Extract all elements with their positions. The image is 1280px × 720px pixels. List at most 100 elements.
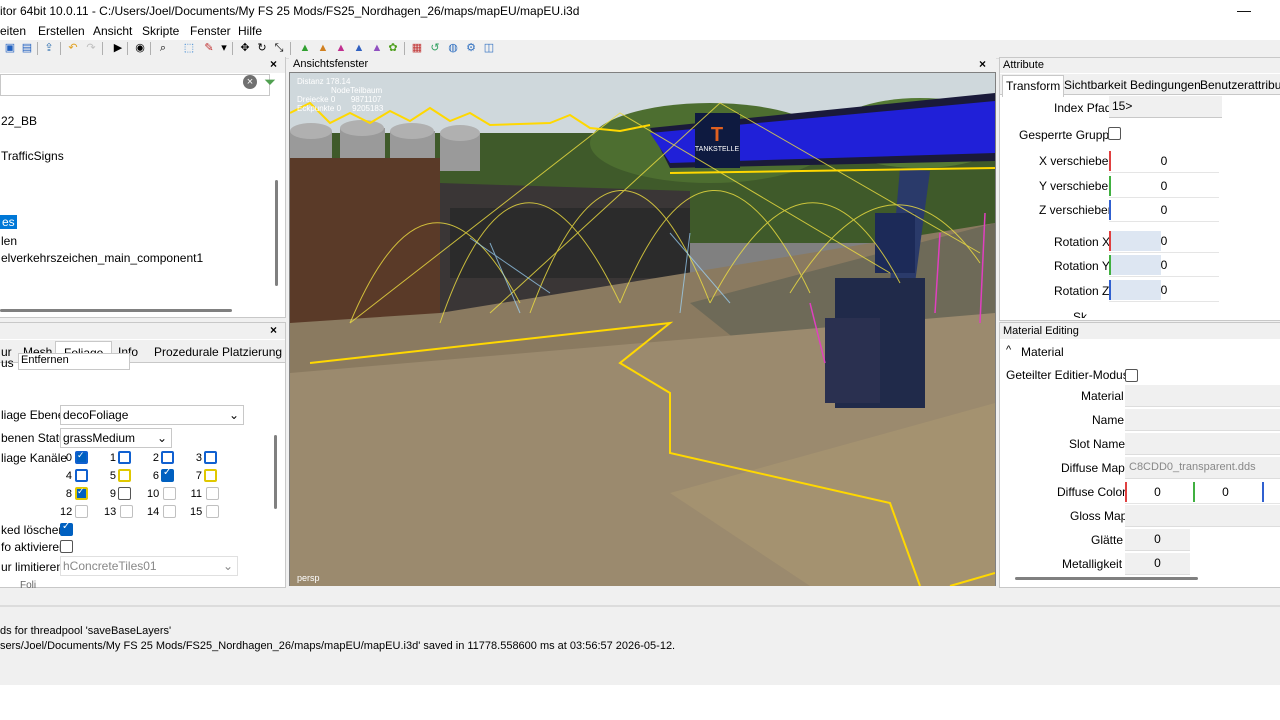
rotate-icon[interactable]: ↻ bbox=[255, 41, 269, 55]
close-icon[interactable]: × bbox=[270, 57, 277, 71]
close-icon[interactable]: × bbox=[270, 323, 277, 337]
camera-icon[interactable]: ◫ bbox=[482, 41, 496, 55]
close-icon[interactable]: × bbox=[979, 57, 986, 71]
bottom-area bbox=[0, 685, 1280, 720]
menu-bearbeiten[interactable]: eiten bbox=[0, 24, 26, 38]
rot-z-field[interactable]: 0 bbox=[1109, 279, 1219, 302]
y-move-label: Y verschieben bbox=[1039, 179, 1115, 193]
distance-label: Distanz bbox=[297, 77, 324, 86]
menu-ansicht[interactable]: Ansicht bbox=[93, 24, 132, 38]
tab-user-attributes[interactable]: Benutzerattribute bbox=[1200, 78, 1280, 92]
clear-checkbox[interactable] bbox=[60, 521, 73, 536]
move-icon[interactable]: ✥ bbox=[238, 41, 252, 55]
paint-icon[interactable]: ✎ bbox=[202, 41, 216, 55]
channel-checkbox[interactable] bbox=[75, 450, 88, 464]
index-field[interactable]: 15> bbox=[1109, 96, 1222, 118]
save-as-icon[interactable]: ▤ bbox=[20, 41, 34, 55]
grid-icon[interactable]: ▦ bbox=[410, 41, 424, 55]
menu-erstellen[interactable]: Erstellen bbox=[38, 24, 85, 38]
minimize-button[interactable]: — bbox=[1236, 2, 1252, 18]
dropdown-arrow-icon[interactable]: ▾ bbox=[217, 41, 231, 55]
tree-item[interactable]: 22_BB bbox=[1, 114, 37, 128]
diffuse-color-field[interactable]: 0 0 bbox=[1125, 481, 1280, 504]
tree-item[interactable]: TrafficSigns bbox=[1, 149, 64, 163]
state-select[interactable]: grassMedium ⌄ bbox=[60, 428, 172, 448]
shared-mode-label: Geteilter Editier-Modus bbox=[1006, 368, 1129, 382]
terrain-flatten-icon[interactable]: ▲ bbox=[370, 41, 384, 55]
verts-label: Eckpunkte bbox=[297, 104, 335, 113]
horizontal-scrollbar[interactable] bbox=[0, 309, 232, 312]
channel-checkbox[interactable] bbox=[75, 505, 88, 518]
channel-checkbox[interactable] bbox=[163, 487, 176, 500]
save-icon[interactable]: ▣ bbox=[3, 41, 17, 55]
z-move-field[interactable]: 0 bbox=[1109, 199, 1219, 222]
rot-x-field[interactable]: 0 bbox=[1109, 230, 1219, 253]
undo-icon[interactable]: ↶ bbox=[66, 41, 80, 55]
terrain-icon[interactable]: ▲ bbox=[298, 41, 312, 55]
settings-icon[interactable]: ⚙ bbox=[464, 41, 478, 55]
info-checkbox[interactable] bbox=[60, 540, 73, 553]
channel-checkbox[interactable] bbox=[204, 451, 217, 464]
channel-checkbox[interactable] bbox=[75, 469, 88, 482]
terrain-color-icon[interactable]: ▲ bbox=[334, 41, 348, 55]
collapse-icon[interactable]: ^ bbox=[1006, 344, 1011, 356]
gloss-map-field[interactable] bbox=[1125, 505, 1280, 527]
select-icon[interactable]: ⬚ bbox=[182, 41, 196, 55]
rot-y-field[interactable]: 0 bbox=[1109, 254, 1219, 277]
slot-name-field[interactable] bbox=[1125, 433, 1280, 455]
redo-icon[interactable]: ↷ bbox=[84, 41, 98, 55]
channel-checkbox[interactable] bbox=[120, 505, 133, 518]
mode-select[interactable]: Entfernen bbox=[18, 353, 130, 370]
tree-item[interactable]: elverkehrszeichen_main_component1 bbox=[1, 251, 203, 265]
scale-icon[interactable]: ⤡ bbox=[272, 41, 286, 55]
tab-procedural[interactable]: Prozedurale Platzierung bbox=[154, 345, 282, 359]
refresh-icon[interactable]: ↺ bbox=[428, 41, 442, 55]
channel-checkbox[interactable] bbox=[75, 486, 88, 500]
limit-select[interactable]: hConcreteTiles01 ⌄ bbox=[60, 556, 238, 576]
vertical-scrollbar[interactable] bbox=[275, 180, 278, 286]
zoom-icon[interactable]: ⌕ bbox=[156, 41, 170, 55]
name-field[interactable] bbox=[1125, 409, 1280, 431]
menu-hilfe[interactable]: Hilfe bbox=[238, 24, 262, 38]
metallic-field[interactable]: 0 bbox=[1125, 553, 1190, 575]
vertical-scrollbar[interactable] bbox=[274, 435, 277, 509]
locked-checkbox[interactable] bbox=[1108, 127, 1121, 140]
x-move-field[interactable]: 0 bbox=[1109, 150, 1219, 173]
channel-checkbox[interactable] bbox=[118, 451, 131, 464]
channel-checkbox[interactable] bbox=[161, 467, 174, 482]
foliage-icon[interactable]: ✿ bbox=[386, 41, 400, 55]
channel-checkbox[interactable] bbox=[206, 487, 219, 500]
channel-checkbox[interactable] bbox=[206, 505, 219, 518]
tree-item-selected[interactable]: es bbox=[0, 215, 17, 229]
smoothness-field[interactable]: 0 bbox=[1125, 529, 1190, 551]
terrain-paint-icon[interactable]: ▲ bbox=[316, 41, 330, 55]
material-section[interactable]: Material bbox=[1021, 345, 1064, 359]
viewport-canvas[interactable]: TANKSTELLE T bbox=[290, 73, 995, 586]
shared-mode-checkbox[interactable] bbox=[1125, 369, 1138, 382]
chevron-down-icon: ⌄ bbox=[156, 431, 167, 445]
filter-icon[interactable]: ⏷ bbox=[264, 74, 276, 91]
import-icon[interactable]: ⇪ bbox=[42, 41, 56, 55]
horizontal-scrollbar[interactable] bbox=[1015, 577, 1198, 580]
tree-item[interactable]: len bbox=[1, 234, 17, 248]
eye-icon[interactable]: ◉ bbox=[133, 41, 147, 55]
channel-checkbox[interactable] bbox=[204, 469, 217, 482]
diffuse-map-field[interactable]: C8CDD0_transparent.dds bbox=[1125, 457, 1280, 479]
menu-fenster[interactable]: Fenster bbox=[190, 24, 231, 38]
clear-filter-icon[interactable]: × bbox=[243, 75, 257, 89]
menu-skripte[interactable]: Skripte bbox=[142, 24, 179, 38]
channel-checkbox[interactable] bbox=[118, 469, 131, 482]
material-field[interactable] bbox=[1125, 385, 1280, 407]
globe-icon[interactable]: ◍ bbox=[446, 41, 460, 55]
tab-transform[interactable]: Transform bbox=[1002, 75, 1065, 97]
tab-visibility[interactable]: Sichtbarkeit Bedingungen bbox=[1064, 78, 1201, 92]
y-move-field[interactable]: 0 bbox=[1109, 175, 1219, 198]
channel-checkbox[interactable] bbox=[161, 451, 174, 464]
terrain-smooth-icon[interactable]: ▲ bbox=[352, 41, 366, 55]
channel-checkbox[interactable] bbox=[118, 487, 131, 500]
play-icon[interactable]: ▶ bbox=[111, 41, 125, 55]
filter-input[interactable] bbox=[0, 74, 270, 96]
y-axis-marker bbox=[1109, 176, 1111, 196]
channel-checkbox[interactable] bbox=[163, 505, 176, 518]
layer-select[interactable]: decoFoliage ⌄ bbox=[60, 405, 244, 425]
